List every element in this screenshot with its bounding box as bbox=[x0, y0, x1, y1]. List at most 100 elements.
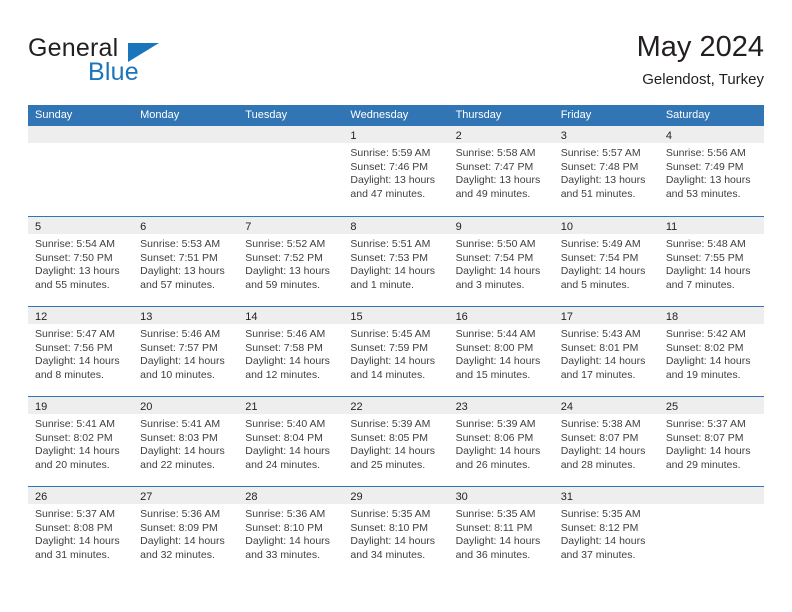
daylight-text-line2: and 49 minutes. bbox=[455, 187, 531, 200]
weekday-header-thursday: Thursday bbox=[455, 109, 502, 121]
day-cell[interactable]: 5 Sunrise: 5:54 AM Sunset: 7:50 PM Daylight… bbox=[28, 217, 134, 306]
day-number-strip: 5 bbox=[28, 217, 134, 234]
daylight-text-line1: Daylight: 13 hours bbox=[455, 174, 541, 187]
day-cell[interactable]: 4 Sunrise: 5:56 AM Sunset: 7:49 PM Daylight… bbox=[658, 126, 764, 216]
day-cell[interactable]: 31 Sunrise: 5:35 AM Sunset: 8:12 PM Dayligh… bbox=[553, 487, 659, 576]
daylight-text-line1: Daylight: 13 hours bbox=[140, 265, 225, 278]
day-number: 29 bbox=[350, 491, 363, 503]
day-cell[interactable]: 11 Sunrise: 5:48 AM Sunset: 7:55 PM Dayligh… bbox=[658, 217, 764, 306]
day-number: 18 bbox=[665, 311, 679, 323]
day-details: Sunrise: 5:51 AM Sunset: 7:53 PM Daylight:… bbox=[343, 234, 448, 292]
sunset-text: Sunset: 7:56 PM bbox=[35, 341, 113, 354]
day-cell[interactable]: 21 Sunrise: 5:40 AM Sunset: 8:04 PM Dayligh… bbox=[238, 397, 344, 486]
day-details: Sunrise: 5:41 AM Sunset: 8:02 PM Daylight:… bbox=[28, 414, 133, 472]
day-cell[interactable]: 9 Sunrise: 5:50 AM Sunset: 7:54 PM Daylight… bbox=[448, 217, 554, 306]
day-details: Sunrise: 5:53 AM Sunset: 7:51 PM Daylight:… bbox=[133, 234, 238, 292]
daylight-text-line2: and 53 minutes. bbox=[665, 187, 741, 200]
day-number-strip: 22 bbox=[343, 397, 449, 414]
daylight-text-line2: and 55 minutes. bbox=[35, 278, 110, 291]
day-number: 21 bbox=[245, 401, 258, 413]
sunrise-text: Sunrise: 5:37 AM bbox=[35, 508, 115, 520]
day-number-strip: 26 bbox=[28, 487, 134, 504]
day-number-strip bbox=[28, 126, 134, 143]
day-details: Sunrise: 5:44 AM Sunset: 8:00 PM Daylight:… bbox=[449, 324, 554, 382]
day-number: 11 bbox=[665, 221, 678, 233]
day-cell[interactable]: 15 Sunrise: 5:45 AM Sunset: 7:59 PM Dayligh… bbox=[343, 307, 449, 396]
day-number-strip: 4 bbox=[658, 126, 764, 143]
sunset-text: Sunset: 8:01 PM bbox=[560, 341, 639, 354]
day-details: Sunrise: 5:54 AM Sunset: 7:50 PM Daylight:… bbox=[28, 234, 133, 292]
daylight-text-line1: Daylight: 14 hours bbox=[560, 355, 646, 368]
day-cell[interactable]: 10 Sunrise: 5:49 AM Sunset: 7:54 PM Dayligh… bbox=[553, 217, 659, 306]
day-number-strip: 10 bbox=[553, 217, 659, 234]
day-details: Sunrise: 5:57 AM Sunset: 7:48 PM Daylight:… bbox=[554, 143, 659, 201]
day-cell[interactable]: 16 Sunrise: 5:44 AM Sunset: 8:00 PM Dayligh… bbox=[448, 307, 554, 396]
day-cell[interactable]: 3 Sunrise: 5:57 AM Sunset: 7:48 PM Daylight… bbox=[553, 126, 659, 216]
sunset-text: Sunset: 8:10 PM bbox=[245, 521, 323, 534]
day-cell[interactable]: 17 Sunrise: 5:43 AM Sunset: 8:01 PM Dayligh… bbox=[553, 307, 659, 396]
sunset-text: Sunset: 8:05 PM bbox=[350, 431, 429, 444]
day-cell[interactable]: 7 Sunrise: 5:52 AM Sunset: 7:52 PM Daylight… bbox=[238, 217, 344, 306]
sunrise-text: Sunrise: 5:35 AM bbox=[350, 508, 431, 520]
day-number-strip: 9 bbox=[448, 217, 554, 234]
daylight-text-line1: Daylight: 14 hours bbox=[560, 265, 646, 278]
day-number: 13 bbox=[140, 311, 153, 323]
day-cell[interactable]: 20 Sunrise: 5:41 AM Sunset: 8:03 PM Dayligh… bbox=[133, 397, 239, 486]
daylight-text-line2: and 57 minutes. bbox=[140, 278, 215, 291]
day-cell[interactable]: 2 Sunrise: 5:58 AM Sunset: 7:47 PM Daylight… bbox=[448, 126, 554, 216]
day-cell[interactable]: 27 Sunrise: 5:36 AM Sunset: 8:09 PM Dayligh… bbox=[133, 487, 239, 576]
sunrise-text: Sunrise: 5:54 AM bbox=[35, 238, 115, 250]
day-number: 23 bbox=[455, 401, 468, 413]
sunrise-text: Sunrise: 5:41 AM bbox=[35, 418, 115, 430]
brand-logo[interactable]: General Blue bbox=[28, 34, 258, 94]
day-cell[interactable]: 14 Sunrise: 5:46 AM Sunset: 7:58 PM Dayligh… bbox=[238, 307, 344, 396]
sunrise-text: Sunrise: 5:51 AM bbox=[350, 238, 431, 250]
day-details: Sunrise: 5:52 AM Sunset: 7:52 PM Daylight:… bbox=[238, 234, 343, 292]
calendar-grid: Sunday Monday Tuesday Wednesday Thursday Frid… bbox=[28, 105, 764, 576]
day-number-strip: 29 bbox=[343, 487, 449, 504]
day-cell[interactable]: 8 Sunrise: 5:51 AM Sunset: 7:53 PM Daylight… bbox=[343, 217, 449, 306]
day-number: 8 bbox=[350, 221, 357, 233]
day-number-strip: 20 bbox=[133, 397, 239, 414]
sunrise-text: Sunrise: 5:52 AM bbox=[245, 238, 326, 250]
day-details: Sunrise: 5:35 AM Sunset: 8:10 PM Daylight:… bbox=[343, 504, 448, 562]
day-cell[interactable]: 12 Sunrise: 5:47 AM Sunset: 7:56 PM Dayligh… bbox=[28, 307, 134, 396]
day-cell[interactable]: 22 Sunrise: 5:39 AM Sunset: 8:05 PM Dayligh… bbox=[343, 397, 449, 486]
day-number: 22 bbox=[350, 401, 363, 413]
day-cell[interactable]: 6 Sunrise: 5:53 AM Sunset: 7:51 PM Daylight… bbox=[133, 217, 239, 306]
day-cell[interactable]: 30 Sunrise: 5:35 AM Sunset: 8:11 PM Dayligh… bbox=[448, 487, 554, 576]
daylight-text-line2: and 24 minutes. bbox=[245, 458, 320, 471]
sunrise-text: Sunrise: 5:47 AM bbox=[35, 328, 115, 340]
sunset-text: Sunset: 8:04 PM bbox=[245, 431, 323, 444]
day-cell[interactable]: 26 Sunrise: 5:37 AM Sunset: 8:08 PM Dayligh… bbox=[28, 487, 134, 576]
daylight-text-line1: Daylight: 13 hours bbox=[560, 174, 646, 187]
day-details: Sunrise: 5:35 AM Sunset: 8:11 PM Daylight:… bbox=[449, 504, 554, 562]
daylight-text-line1: Daylight: 14 hours bbox=[350, 445, 436, 458]
sunset-text: Sunset: 7:48 PM bbox=[560, 160, 639, 173]
day-cell-empty bbox=[133, 126, 239, 216]
day-details: Sunrise: 5:39 AM Sunset: 8:05 PM Daylight:… bbox=[343, 414, 448, 472]
day-cell[interactable]: 19 Sunrise: 5:41 AM Sunset: 8:02 PM Dayligh… bbox=[28, 397, 134, 486]
day-cell[interactable]: 18 Sunrise: 5:42 AM Sunset: 8:02 PM Dayligh… bbox=[658, 307, 764, 396]
day-details: Sunrise: 5:43 AM Sunset: 8:01 PM Daylight:… bbox=[554, 324, 659, 382]
day-cell[interactable]: 13 Sunrise: 5:46 AM Sunset: 7:57 PM Dayligh… bbox=[133, 307, 239, 396]
brand-name-blue: Blue bbox=[88, 58, 139, 86]
daylight-text-line2: and 17 minutes. bbox=[560, 368, 636, 381]
day-cell[interactable]: 1 Sunrise: 5:59 AM Sunset: 7:46 PM Daylight… bbox=[343, 126, 449, 216]
day-cell[interactable]: 25 Sunrise: 5:37 AM Sunset: 8:07 PM Dayligh… bbox=[658, 397, 764, 486]
sunset-text: Sunset: 8:07 PM bbox=[665, 431, 744, 444]
calendar-weeks: 1 Sunrise: 5:59 AM Sunset: 7:46 PM Daylight… bbox=[28, 126, 764, 576]
calendar-week-row: 26 Sunrise: 5:37 AM Sunset: 8:08 PM Dayligh… bbox=[28, 486, 764, 576]
day-cell[interactable]: 28 Sunrise: 5:36 AM Sunset: 8:10 PM Dayligh… bbox=[238, 487, 344, 576]
daylight-text-line1: Daylight: 13 hours bbox=[245, 265, 330, 278]
day-cell[interactable]: 29 Sunrise: 5:35 AM Sunset: 8:10 PM Dayligh… bbox=[343, 487, 449, 576]
day-details: Sunrise: 5:59 AM Sunset: 7:46 PM Daylight:… bbox=[343, 143, 448, 201]
sunrise-text: Sunrise: 5:57 AM bbox=[560, 147, 641, 159]
day-cell[interactable]: 23 Sunrise: 5:39 AM Sunset: 8:06 PM Dayligh… bbox=[448, 397, 554, 486]
day-cell[interactable]: 24 Sunrise: 5:38 AM Sunset: 8:07 PM Dayligh… bbox=[553, 397, 659, 486]
day-number-strip: 18 bbox=[658, 307, 764, 324]
daylight-text-line1: Daylight: 14 hours bbox=[140, 535, 225, 548]
daylight-text-line2: and 26 minutes. bbox=[455, 458, 531, 471]
daylight-text-line2: and 19 minutes. bbox=[665, 368, 741, 381]
day-details: Sunrise: 5:47 AM Sunset: 7:56 PM Daylight:… bbox=[28, 324, 133, 382]
